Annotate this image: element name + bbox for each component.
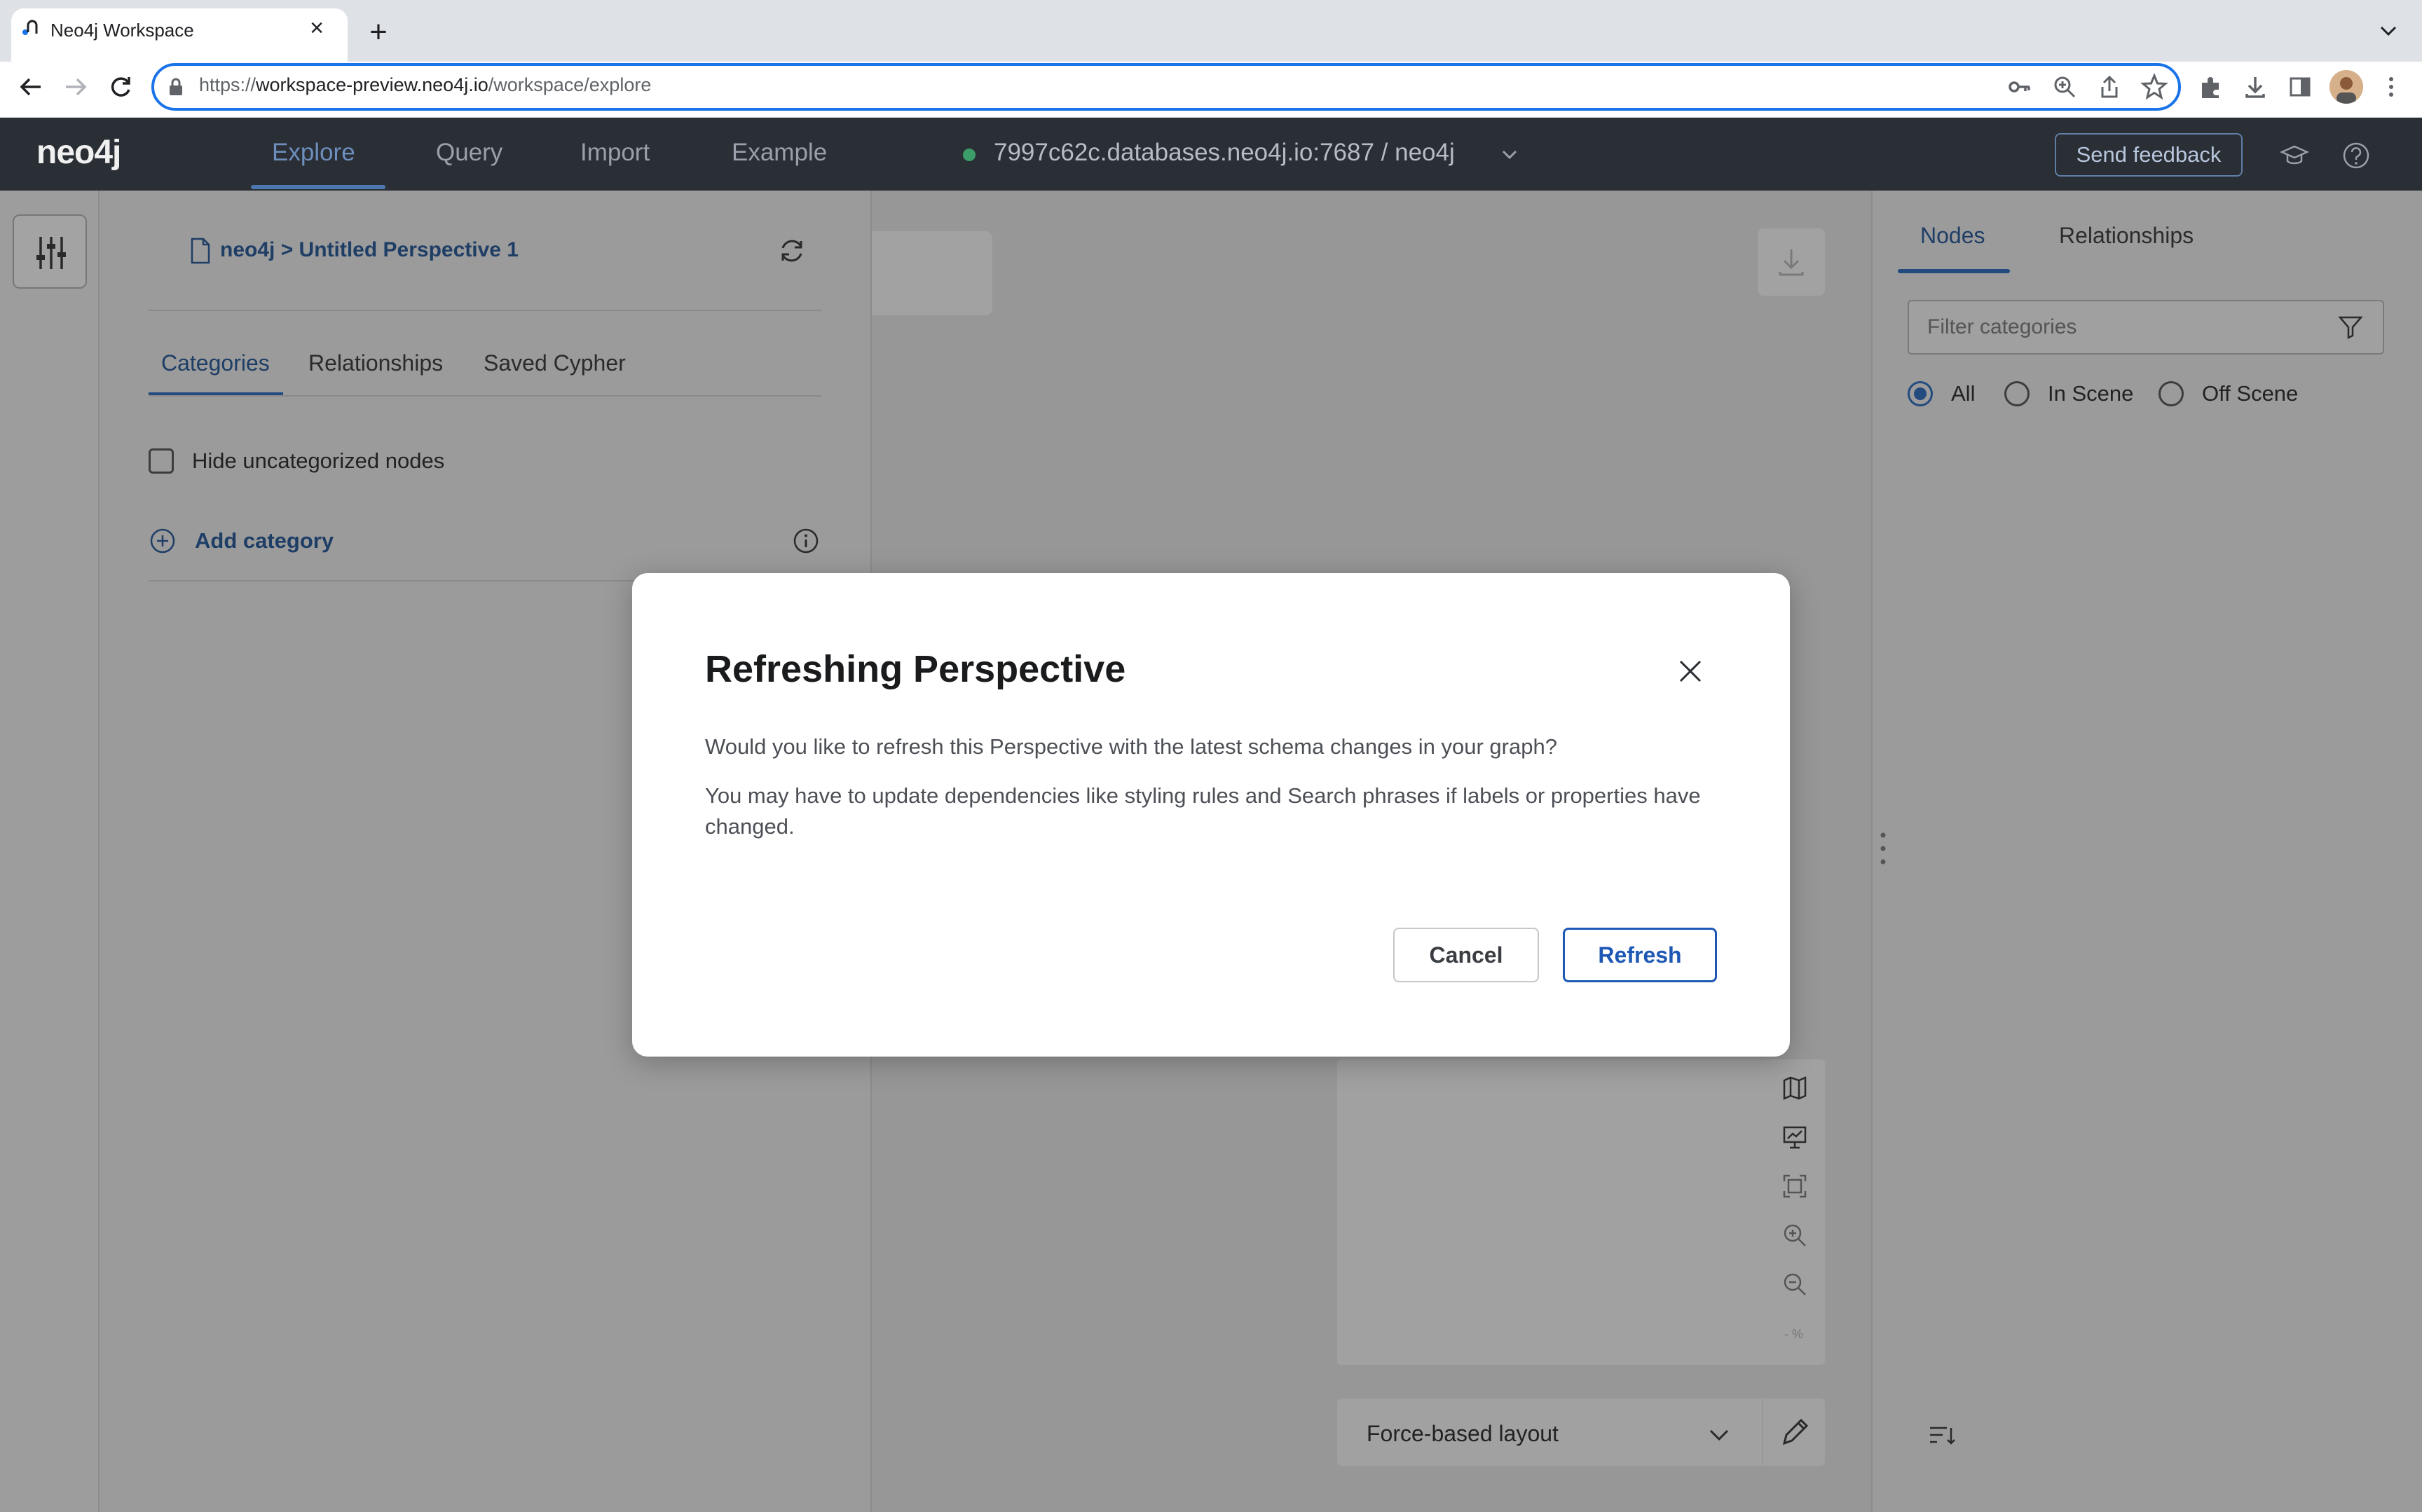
panel-divider (149, 310, 821, 311)
bookmark-star-icon[interactable] (2139, 71, 2170, 102)
info-icon[interactable] (792, 527, 820, 555)
neo4j-favicon-icon (22, 20, 38, 35)
presentation-icon[interactable] (1780, 1122, 1809, 1152)
tab-title: Neo4j Workspace (50, 20, 194, 41)
avatar-portrait-icon (2329, 70, 2363, 104)
learn-graduation-cap-icon[interactable] (2278, 139, 2311, 172)
radio-in-scene-label: In Scene (2048, 381, 2134, 406)
edit-layout-button[interactable] (1763, 1398, 1825, 1466)
filter-funnel-icon[interactable] (2337, 312, 2365, 341)
help-icon[interactable] (2339, 139, 2373, 172)
cancel-button[interactable]: Cancel (1393, 928, 1539, 982)
tab-nodes[interactable]: Nodes (1920, 223, 1985, 249)
tab-search-chevron-icon[interactable] (2374, 17, 2402, 45)
forward-arrow-icon[interactable] (59, 70, 93, 104)
hide-uncategorized-checkbox[interactable] (149, 448, 174, 474)
hide-uncategorized-label: Hide uncategorized nodes (192, 448, 445, 473)
download-icon (1779, 249, 1804, 276)
zoom-percentage: - % (1784, 1327, 1803, 1341)
chevron-down-icon[interactable] (1706, 1424, 1732, 1446)
export-button[interactable] (1758, 228, 1825, 296)
tab-relationships-legend[interactable]: Relationships (2059, 223, 2194, 249)
sliders-icon (36, 237, 66, 269)
filter-categories-placeholder: Filter categories (1927, 315, 2077, 338)
canvas-controls (1337, 1059, 1825, 1365)
database-connection[interactable]: 7997c62c.databases.neo4j.io:7687 / neo4j (994, 139, 1455, 167)
radio-all[interactable] (1908, 381, 1933, 406)
tab-relationships[interactable]: Relationships (308, 350, 443, 376)
add-circle-icon[interactable] (149, 527, 177, 555)
panel-resize-handle-icon[interactable] (1880, 831, 1887, 866)
sort-icon[interactable] (1926, 1421, 1957, 1449)
nav-active-indicator (251, 185, 385, 189)
zoom-icon[interactable] (2049, 71, 2080, 102)
perspective-drawer-button[interactable] (13, 214, 87, 289)
left-rail (0, 191, 100, 1512)
back-arrow-icon[interactable] (14, 70, 48, 104)
search-bar-card[interactable] (872, 231, 992, 315)
nav-explore[interactable]: Explore (272, 139, 355, 167)
new-tab-button[interactable]: + (362, 15, 395, 49)
share-icon[interactable] (2094, 71, 2125, 102)
dialog-warning: You may have to update dependencies like… (705, 783, 1701, 839)
extensions-icon[interactable] (2195, 71, 2226, 102)
fit-to-screen-icon[interactable] (1780, 1171, 1809, 1201)
close-tab-icon[interactable]: × (303, 14, 331, 42)
add-category-button[interactable]: Add category (195, 528, 334, 554)
radio-all-label: All (1951, 381, 1976, 406)
neo4j-logo[interactable]: neo4j (36, 133, 121, 172)
profile-avatar[interactable] (2329, 70, 2363, 104)
browser-menu-icon[interactable] (2376, 71, 2407, 102)
layout-select-value[interactable]: Force-based layout (1367, 1421, 1559, 1447)
send-feedback-button[interactable]: Send feedback (2055, 133, 2243, 177)
chevron-down-icon[interactable] (1500, 144, 1519, 164)
refresh-button[interactable]: Refresh (1563, 928, 1717, 982)
connection-status-dot (963, 149, 976, 161)
side-panel-icon[interactable] (2285, 71, 2315, 102)
nav-query[interactable]: Query (436, 139, 502, 167)
perspective-breadcrumb[interactable]: neo4j > Untitled Perspective 1 (220, 238, 519, 262)
zoom-out-icon[interactable] (1780, 1270, 1809, 1299)
close-icon[interactable] (1675, 656, 1706, 687)
nav-example[interactable]: Example (732, 139, 827, 167)
pencil-icon (1782, 1418, 1809, 1445)
reload-icon[interactable] (104, 70, 137, 104)
document-icon (191, 238, 210, 264)
dialog-title: Refreshing Perspective (705, 648, 1126, 690)
tab-categories[interactable]: Categories (161, 350, 270, 376)
key-icon[interactable] (2004, 71, 2035, 102)
tabs-divider (149, 395, 821, 397)
right-tab-active-indicator (1898, 269, 2010, 273)
radio-off-scene-label: Off Scene (2202, 381, 2299, 406)
map-icon[interactable] (1780, 1073, 1809, 1103)
dialog-message: Would you like to refresh this Perspecti… (705, 734, 1557, 759)
tab-saved-cypher[interactable]: Saved Cypher (484, 350, 626, 376)
radio-off-scene[interactable] (2158, 381, 2184, 406)
zoom-in-icon[interactable] (1780, 1221, 1809, 1250)
refresh-perspective-icon[interactable] (776, 235, 807, 266)
nav-import[interactable]: Import (580, 139, 650, 167)
download-icon[interactable] (2240, 71, 2271, 102)
radio-in-scene[interactable] (2004, 381, 2030, 406)
lock-icon[interactable] (168, 77, 184, 97)
url-text[interactable]: https://workspace-preview.neo4j.io/works… (199, 74, 651, 96)
